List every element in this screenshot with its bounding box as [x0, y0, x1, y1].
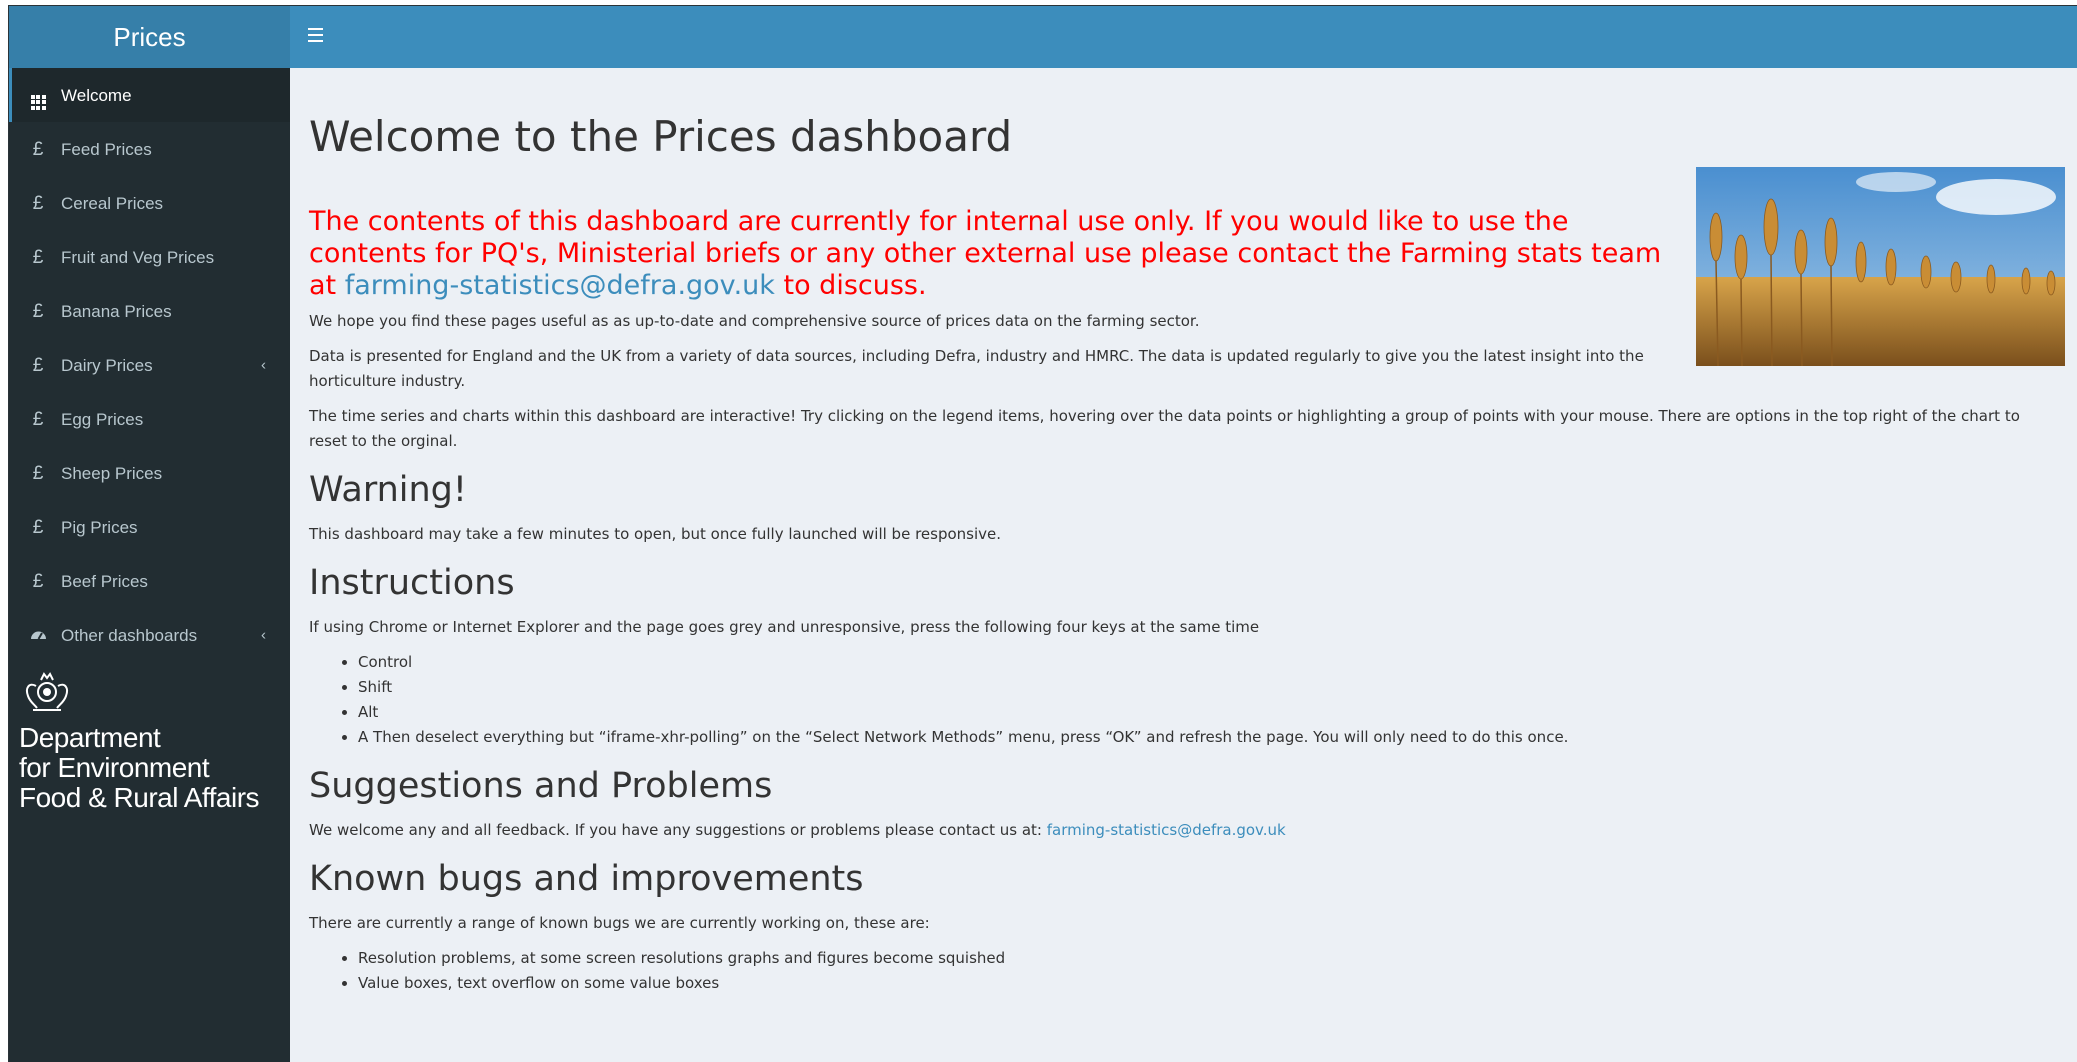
sidebar-item-fruit-veg-prices[interactable]: £ Fruit and Veg Prices — [9, 230, 290, 284]
sidebar-item-banana-prices[interactable]: £ Banana Prices — [9, 284, 290, 338]
page-title: Welcome to the Prices dashboard — [309, 112, 1013, 161]
sidebar-item-label: Beef Prices — [61, 571, 148, 591]
sidebar-item-feed-prices[interactable]: £ Feed Prices — [9, 122, 290, 176]
warning-text: This dashboard may take a few minutes to… — [309, 525, 1002, 543]
pound-icon: £ — [32, 246, 44, 268]
sidebar-item-label: Banana Prices — [61, 301, 172, 321]
list-item: Control — [358, 650, 2058, 675]
list-item: Value boxes, text overflow on some value… — [358, 971, 2058, 996]
app-frame: Prices Welcome £ Feed Prices £ Cereal Pr… — [8, 5, 2077, 1062]
instructions-heading: Instructions — [309, 563, 515, 603]
grid-icon — [27, 81, 49, 110]
sidebar-item-label: Fruit and Veg Prices — [61, 247, 215, 267]
sidebar-item-label: Welcome — [61, 85, 132, 105]
notice-text-end: to discuss. — [774, 270, 927, 301]
app-title: Prices — [113, 21, 186, 52]
sidebar-item-egg-prices[interactable]: £ Egg Prices — [9, 392, 290, 446]
defra-logo-line2: for Environment — [19, 752, 210, 783]
sidebar: Welcome £ Feed Prices £ Cereal Prices £ … — [9, 68, 290, 1062]
intro-paragraph-3: The time series and charts within this d… — [309, 407, 2020, 450]
app-logo[interactable]: Prices — [9, 6, 290, 68]
intro-paragraph-2: Data is presented for England and the UK… — [309, 347, 1644, 390]
bugs-text: There are currently a range of known bug… — [309, 914, 930, 932]
pound-icon: £ — [32, 570, 44, 592]
sidebar-item-label: Other dashboards — [61, 625, 198, 645]
suggestions-text: We welcome any and all feedback. If you … — [309, 818, 2058, 843]
list-item: Resolution problems, at some screen reso… — [358, 946, 2058, 971]
dashboard-icon — [27, 623, 49, 648]
header-bar — [290, 6, 2077, 68]
pound-icon: £ — [32, 462, 44, 484]
sidebar-item-label: Feed Prices — [61, 139, 152, 159]
warning-heading: Warning! — [309, 470, 467, 510]
defra-logo-line1: Department — [19, 722, 161, 753]
pound-icon: £ — [32, 408, 44, 430]
sidebar-item-other-dashboards[interactable]: Other dashboards ‹ — [9, 608, 290, 662]
sidebar-item-label: Pig Prices — [61, 517, 138, 537]
sidebar-menu: Welcome £ Feed Prices £ Cereal Prices £ … — [9, 68, 290, 662]
instructions-text: If using Chrome or Internet Explorer and… — [309, 618, 1260, 636]
list-item: A Then deselect everything but “iframe-x… — [358, 725, 2058, 750]
sidebar-item-label: Dairy Prices — [61, 355, 153, 375]
sidebar-item-pig-prices[interactable]: £ Pig Prices — [9, 500, 290, 554]
chevron-left-icon: ‹ — [261, 626, 266, 644]
chevron-left-icon: ‹ — [261, 356, 266, 374]
sidebar-item-beef-prices[interactable]: £ Beef Prices — [9, 554, 290, 608]
pound-icon: £ — [32, 516, 44, 538]
sidebar-item-cereal-prices[interactable]: £ Cereal Prices — [9, 176, 290, 230]
suggestions-heading: Suggestions and Problems — [309, 766, 773, 806]
pound-icon: £ — [32, 192, 44, 214]
main-content: Welcome to the Prices dashboard The cont… — [290, 68, 2077, 1062]
list-item: Alt — [358, 700, 2058, 725]
bugs-heading: Known bugs and improvements — [309, 859, 864, 899]
sidebar-toggle-icon[interactable] — [308, 24, 332, 48]
sidebar-item-label: Cereal Prices — [61, 193, 164, 213]
list-item: Shift — [358, 675, 2058, 700]
defra-logo-line3: Food & Rural Affairs — [19, 782, 260, 813]
notice-email-link[interactable]: farming-statistics@defra.gov.uk — [345, 270, 775, 301]
sidebar-item-sheep-prices[interactable]: £ Sheep Prices — [9, 446, 290, 500]
bugs-list: Resolution problems, at some screen reso… — [309, 946, 2058, 996]
internal-use-notice: The contents of this dashboard are curre… — [309, 206, 1668, 302]
sidebar-item-dairy-prices[interactable]: £ Dairy Prices ‹ — [9, 338, 290, 392]
sidebar-item-label: Sheep Prices — [61, 463, 163, 483]
suggestions-text-body: We welcome any and all feedback. If you … — [309, 821, 1047, 839]
sidebar-item-label: Egg Prices — [61, 409, 144, 429]
feedback-email-link[interactable]: farming-statistics@defra.gov.uk — [1047, 821, 1286, 839]
instructions-list: Control Shift Alt A Then deselect everyt… — [309, 650, 2058, 750]
pound-icon: £ — [32, 138, 44, 160]
sidebar-item-welcome[interactable]: Welcome — [9, 68, 290, 122]
wheat-field-image — [1696, 167, 2065, 366]
pound-icon: £ — [32, 354, 44, 376]
royal-crest-icon — [26, 672, 68, 711]
pound-icon: £ — [32, 300, 44, 322]
defra-logo: Department for Environment Food & Rural … — [19, 668, 260, 813]
